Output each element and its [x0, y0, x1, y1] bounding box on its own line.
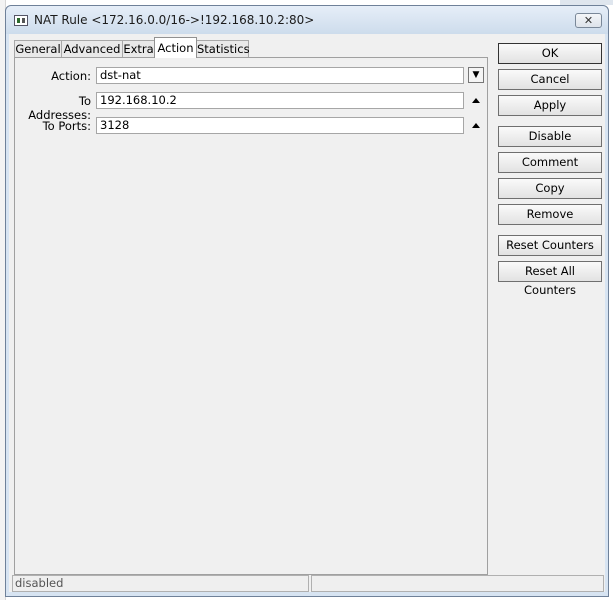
chevron-down-icon: ▼ — [472, 70, 480, 80]
tab-extra[interactable]: Extra — [122, 40, 155, 57]
to-addresses-label: To Addresses: — [28, 94, 91, 122]
dialog-client-area: General Advanced Extra Action Statistics… — [9, 34, 605, 592]
disable-button[interactable]: Disable — [498, 126, 602, 147]
reset-all-counters-button[interactable]: Reset All Counters — [498, 261, 602, 297]
to-addresses-field[interactable]: 192.168.10.2 — [96, 92, 464, 109]
nat-rule-window-icon — [14, 15, 28, 26]
cancel-button[interactable]: Cancel — [498, 69, 602, 90]
to-ports-label: To Ports: — [42, 119, 91, 133]
tab-action[interactable]: Action — [154, 37, 197, 58]
window-title: NAT Rule <172.16.0.0/16->!192.168.10.2:8… — [34, 13, 315, 27]
status-disabled: disabled — [12, 575, 309, 592]
action-label: Action: — [51, 69, 91, 83]
ok-button[interactable]: OK — [498, 43, 602, 64]
remove-button[interactable]: Remove — [498, 204, 602, 225]
tab-advanced[interactable]: Advanced — [61, 40, 123, 57]
reset-counters-button[interactable]: Reset Counters — [498, 235, 602, 256]
title-bar[interactable]: NAT Rule <172.16.0.0/16->!192.168.10.2:8… — [6, 6, 608, 34]
action-tab-panel: Action: dst-nat ▼ To Addresses: 192.168.… — [14, 57, 488, 575]
tab-label: Action — [157, 41, 194, 55]
close-button[interactable]: ✕ — [575, 13, 602, 28]
status-secondary — [311, 575, 604, 592]
collapse-arrow-up-icon[interactable] — [472, 123, 480, 128]
nat-rule-window: NAT Rule <172.16.0.0/16->!192.168.10.2:8… — [5, 5, 609, 597]
apply-button[interactable]: Apply — [498, 95, 602, 116]
to-ports-field[interactable]: 3128 — [96, 117, 464, 134]
tab-label: General — [15, 42, 61, 56]
close-icon: ✕ — [583, 14, 594, 27]
status-bar: disabled — [12, 575, 604, 592]
tab-label: Advanced — [63, 42, 121, 56]
tab-statistics[interactable]: Statistics — [196, 40, 250, 57]
collapse-arrow-up-icon[interactable] — [472, 98, 480, 103]
tab-label: Statistics — [197, 42, 250, 56]
copy-button[interactable]: Copy — [498, 178, 602, 199]
tab-general[interactable]: General — [14, 40, 62, 57]
comment-button[interactable]: Comment — [498, 152, 602, 173]
tab-label: Extra — [123, 42, 154, 56]
action-select[interactable]: dst-nat — [96, 67, 464, 84]
action-dropdown-button[interactable]: ▼ — [468, 67, 484, 83]
